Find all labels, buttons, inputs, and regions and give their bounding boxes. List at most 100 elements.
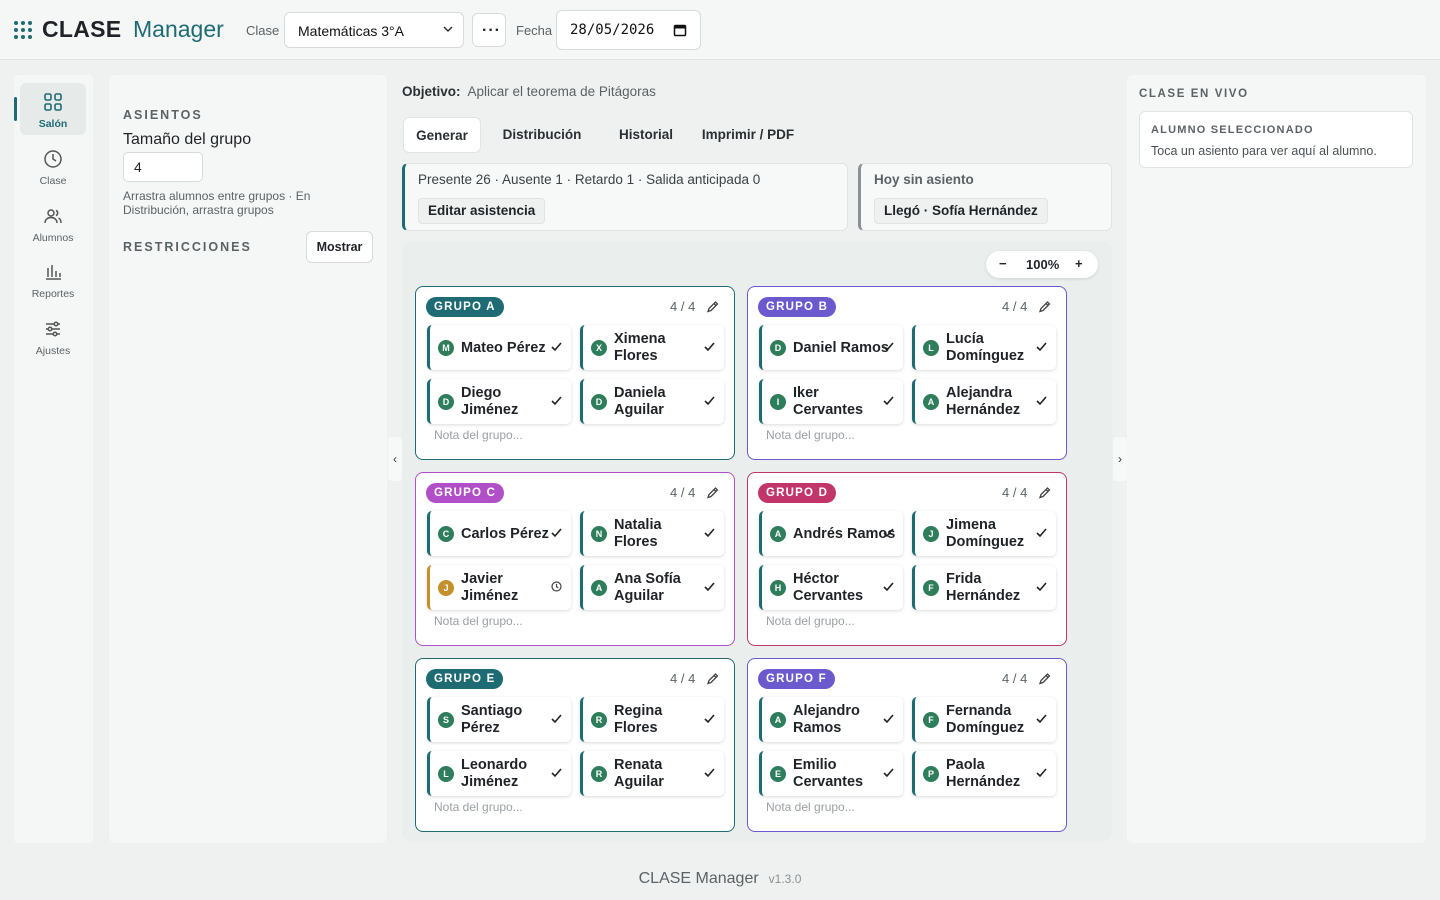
tab-imprimir[interactable]: Imprimir / PDF xyxy=(698,117,798,153)
collapse-left-button[interactable]: ‹ xyxy=(388,437,402,481)
student-seat[interactable]: X Ximena Flores xyxy=(580,325,724,370)
check-icon[interactable] xyxy=(550,526,563,539)
student-seat[interactable]: F Frida Hernández xyxy=(912,565,1056,610)
group-card[interactable]: GRUPO A4 / 4 M Mateo Pérez X Ximena Flores D D… xyxy=(415,286,735,460)
check-icon[interactable] xyxy=(1035,580,1048,593)
group-note-input[interactable]: Nota del grupo... xyxy=(434,800,523,814)
tab-distribucion[interactable]: Distribución xyxy=(492,117,592,153)
nav-item-clase[interactable]: Clase xyxy=(20,140,86,192)
check-icon[interactable] xyxy=(882,580,895,593)
group-card[interactable]: GRUPO F 4 / 4 A Alejandro Ramos F Fernanda Do… xyxy=(747,658,1067,832)
check-icon[interactable] xyxy=(550,766,563,779)
edit-attendance-button[interactable]: Editar asistencia xyxy=(418,198,546,224)
group-note-input[interactable]: Nota del grupo... xyxy=(434,428,523,442)
nav-item-ajustes[interactable]: Ajustes xyxy=(20,310,86,362)
student-seat[interactable]: D Diego Jiménez xyxy=(427,379,571,424)
nav-item-salon[interactable]: Salón xyxy=(14,83,86,135)
check-icon[interactable] xyxy=(1035,712,1048,725)
student-seat[interactable]: P Paola Hernández xyxy=(912,751,1056,796)
student-seat[interactable]: C Carlos Pérez xyxy=(427,511,571,556)
late-clock-icon[interactable] xyxy=(550,580,563,593)
more-options-button[interactable]: ··· xyxy=(472,13,506,47)
check-icon[interactable] xyxy=(703,526,716,539)
group-card[interactable]: GRUPO B 4 / 4 D Daniel Ramos L Lucía Domíngue… xyxy=(747,286,1067,460)
edit-pencil-icon[interactable] xyxy=(1038,486,1052,500)
check-icon[interactable] xyxy=(882,394,895,407)
logo-icon xyxy=(14,21,32,39)
check-icon[interactable] xyxy=(703,766,716,779)
edit-pencil-icon[interactable] xyxy=(1038,672,1052,686)
student-seat[interactable]: L Lucía Domínguez xyxy=(912,325,1056,370)
check-icon[interactable] xyxy=(550,394,563,407)
student-seat[interactable]: R Renata Aguilar xyxy=(580,751,724,796)
tab-generar[interactable]: Generar xyxy=(403,117,481,153)
group-size-input[interactable]: 4 xyxy=(123,152,203,182)
check-icon[interactable] xyxy=(882,712,895,725)
chevron-down-icon xyxy=(443,26,453,33)
student-seat[interactable]: E Emilio Cervantes xyxy=(759,751,903,796)
group-note-input[interactable]: Nota del grupo... xyxy=(766,428,855,442)
avatar: A xyxy=(923,394,939,410)
check-icon[interactable] xyxy=(1035,394,1048,407)
student-seat[interactable]: A Alejandro Ramos xyxy=(759,697,903,742)
student-seat[interactable]: A Ana Sofía Aguilar xyxy=(580,565,724,610)
nav-item-alumnos[interactable]: Alumnos xyxy=(20,197,86,249)
check-icon[interactable] xyxy=(1035,526,1048,539)
avatar: P xyxy=(923,766,939,782)
student-seat[interactable]: A Alejandra Hernández xyxy=(912,379,1056,424)
check-icon[interactable] xyxy=(703,340,716,353)
check-icon[interactable] xyxy=(550,712,563,725)
edit-pencil-icon[interactable] xyxy=(706,486,720,500)
student-seat[interactable]: J Jimena Domínguez xyxy=(912,511,1056,556)
top-bar: CLASE Manager Clase Matemáticas 3°A ··· … xyxy=(0,0,1440,60)
group-card[interactable]: GRUPO C 4 / 4 C Carlos Pérez N Natalia Flores… xyxy=(415,472,735,646)
student-seat[interactable]: L Leonardo Jiménez xyxy=(427,751,571,796)
class-select[interactable]: Matemáticas 3°A xyxy=(284,12,464,48)
student-seat[interactable]: F Fernanda Domínguez xyxy=(912,697,1056,742)
unseated-student-chip[interactable]: Llegó · Sofía Hernández xyxy=(874,198,1048,224)
tab-historial[interactable]: Historial xyxy=(606,117,686,153)
student-name: Javier Jiménez xyxy=(461,571,519,604)
student-seat[interactable]: H Héctor Cervantes xyxy=(759,565,903,610)
collapse-right-button[interactable]: › xyxy=(1113,437,1127,481)
group-note-input[interactable]: Nota del grupo... xyxy=(434,614,523,628)
edit-pencil-icon[interactable] xyxy=(706,672,720,686)
zoom-in-button[interactable]: + xyxy=(1075,256,1083,271)
check-icon[interactable] xyxy=(882,526,895,539)
check-icon[interactable] xyxy=(1035,340,1048,353)
group-note-input[interactable]: Nota del grupo... xyxy=(766,800,855,814)
student-seat[interactable]: J Javier Jiménez xyxy=(427,565,571,610)
check-icon[interactable] xyxy=(1035,766,1048,779)
check-icon[interactable] xyxy=(703,580,716,593)
group-card[interactable]: GRUPO E 4 / 4 S Santiago Pérez R Regina Flore… xyxy=(415,658,735,832)
student-seat[interactable]: A Andrés Ramos xyxy=(759,511,903,556)
student-seat[interactable]: S Santiago Pérez xyxy=(427,697,571,742)
check-icon[interactable] xyxy=(550,340,563,353)
check-icon[interactable] xyxy=(882,766,895,779)
group-count: 4 / 4 xyxy=(1002,485,1028,500)
edit-pencil-icon[interactable] xyxy=(1038,300,1052,314)
group-note-input[interactable]: Nota del grupo... xyxy=(766,614,855,628)
avatar: A xyxy=(770,526,786,542)
student-seat[interactable]: N Natalia Flores xyxy=(580,511,724,556)
check-icon[interactable] xyxy=(703,712,716,725)
group-card[interactable]: GRUPO D 4 / 4 A Andrés Ramos J Jimena Domíngu… xyxy=(747,472,1067,646)
edit-pencil-icon[interactable] xyxy=(706,300,720,314)
check-icon[interactable] xyxy=(882,340,895,353)
calendar-icon[interactable] xyxy=(673,23,687,37)
nav-item-reportes[interactable]: Reportes xyxy=(20,253,86,305)
class-label: Clase xyxy=(246,23,280,38)
student-seat[interactable]: D Daniel Ramos xyxy=(759,325,903,370)
student-seat[interactable]: I Iker Cervantes xyxy=(759,379,903,424)
zoom-out-button[interactable]: − xyxy=(999,256,1007,271)
student-seat[interactable]: M Mateo Pérez xyxy=(427,325,571,370)
show-restrictions-button[interactable]: Mostrar xyxy=(306,231,373,263)
student-seat[interactable]: D Daniela Aguilar xyxy=(580,379,724,424)
student-name: Daniela Aguilar xyxy=(614,385,666,418)
date-input[interactable]: 28/05/2026 xyxy=(556,10,701,50)
date-label: Fecha xyxy=(516,23,553,38)
check-icon[interactable] xyxy=(703,394,716,407)
student-seat[interactable]: R Regina Flores xyxy=(580,697,724,742)
class-select-value: Matemáticas 3°A xyxy=(298,23,404,39)
student-name: Santiago Pérez xyxy=(461,703,523,736)
